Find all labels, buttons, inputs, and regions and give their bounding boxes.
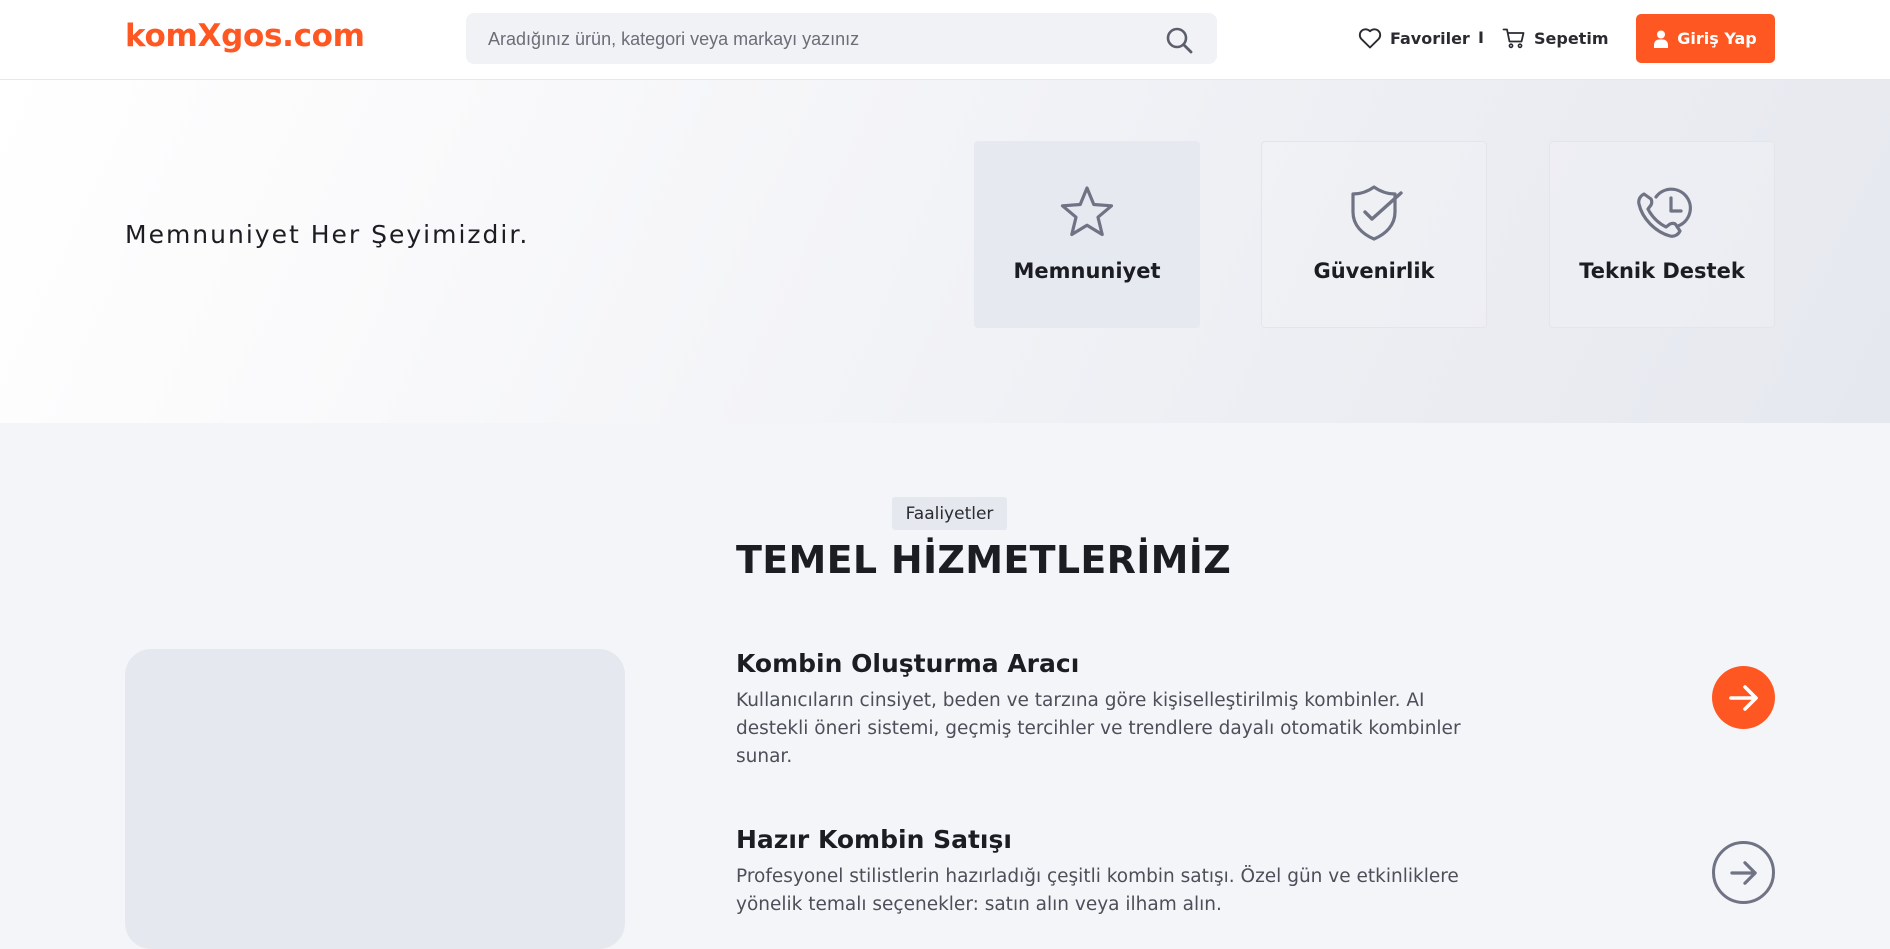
search-input[interactable] [486, 13, 1130, 66]
service-arrow-button[interactable] [1712, 841, 1775, 904]
feature-card-satisfaction[interactable]: Memnuniyet [974, 141, 1200, 328]
service-title: Kombin Oluşturma Aracı [736, 649, 1080, 678]
section-badge: Faaliyetler [892, 497, 1007, 530]
search-icon[interactable] [1165, 26, 1193, 54]
site-logo[interactable]: komXgos.com [125, 18, 365, 54]
hero-section: Memnuniyet Her Şeyimizdir. Memnuniyet Gü… [0, 80, 1890, 423]
shield-check-icon [1351, 185, 1403, 241]
cart-icon [1502, 28, 1525, 49]
star-icon [1060, 186, 1114, 237]
feature-label: Memnuniyet [1013, 259, 1161, 283]
hero-tagline: Memnuniyet Her Şeyimizdir. [125, 220, 530, 249]
feature-label: Güvenirlik [1313, 259, 1435, 283]
search-bar [466, 13, 1217, 66]
phone-clock-icon [1637, 187, 1692, 238]
arrow-right-icon [1729, 860, 1757, 885]
feature-label: Teknik Destek [1579, 259, 1745, 283]
service-description: Kullanıcıların cinsiyet, beden ve tarzın… [736, 690, 1461, 767]
nav-separator: I [1478, 28, 1484, 47]
feature-card-reliability[interactable]: Güvenirlik [1261, 141, 1487, 328]
cart-label: Sepetim [1534, 28, 1609, 48]
login-label: Giriş Yap [1677, 29, 1757, 48]
service-arrow-button[interactable] [1712, 666, 1775, 729]
site-header: komXgos.com Favoriler I Sepetim Giriş Ya… [0, 0, 1890, 80]
service-title: Hazır Kombin Satışı [736, 825, 1012, 854]
heart-icon [1358, 28, 1382, 49]
feature-card-support[interactable]: Teknik Destek [1549, 141, 1775, 328]
arrow-right-icon [1728, 684, 1758, 711]
service-image [125, 649, 625, 949]
favorites-label: Favoriler [1390, 28, 1470, 48]
cart-link[interactable]: Sepetim [1502, 24, 1608, 52]
login-button[interactable]: Giriş Yap [1636, 14, 1775, 63]
user-icon [1654, 30, 1669, 48]
section-title: TEMEL HİZMETLERİMİZ [736, 538, 1232, 582]
favorites-link[interactable]: Favoriler [1358, 24, 1470, 52]
